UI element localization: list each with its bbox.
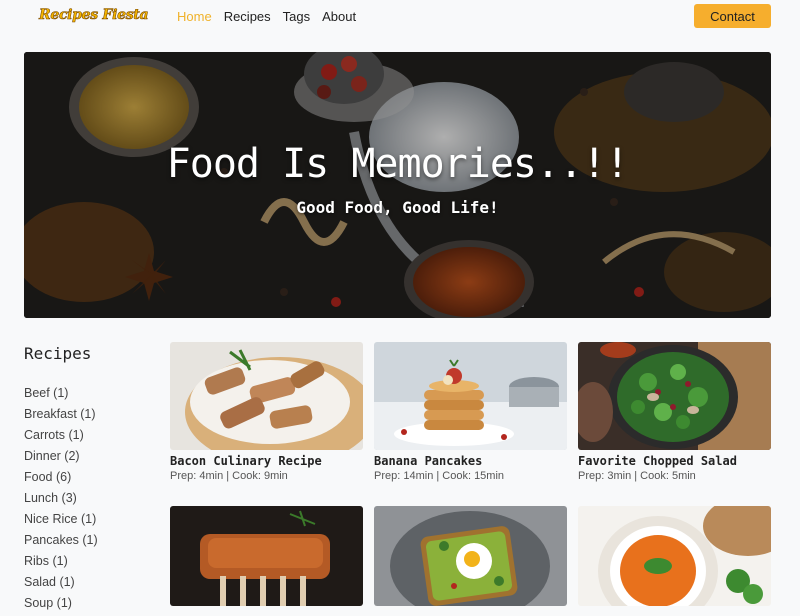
brand-logo[interactable]: Recipes Fiesta [39,7,149,24]
recipe-title[interactable]: Bacon Culinary Recipe [170,454,363,468]
tag-item-carrots[interactable]: Carrots (1) [24,427,98,448]
recipe-title[interactable]: Banana Pancakes [374,454,567,468]
tag-item-nice-rice[interactable]: Nice Rice (1) [24,511,98,532]
recipe-image-pancakes[interactable] [374,342,567,450]
nav-links: Home Recipes Tags About [177,9,356,24]
tag-item-food[interactable]: Food (6) [24,469,98,490]
recipe-image-ribs[interactable] [170,506,363,606]
hero-subtitle: Good Food, Good Life! [296,198,499,217]
recipe-card[interactable]: Bacon Culinary Recipe Prep: 4min | Cook:… [170,342,363,482]
contact-button[interactable]: Contact [694,4,771,28]
recipe-meta: Prep: 4min | Cook: 9min [170,470,288,482]
recipe-title[interactable]: Favorite Chopped Salad [578,454,771,468]
nav-link-home[interactable]: Home [177,9,212,24]
recipe-meta: Prep: 14min | Cook: 15min [374,470,505,482]
tag-item-soup[interactable]: Soup (1) [24,595,98,616]
navbar: Recipes Fiesta Home Recipes Tags About C… [0,0,800,34]
tag-item-beef[interactable]: Beef (1) [24,385,98,406]
tag-list: Beef (1) Breakfast (1) Carrots (1) Dinne… [24,385,98,616]
tag-item-breakfast[interactable]: Breakfast (1) [24,406,98,427]
recipe-meta: Prep: 3min | Cook: 5min [578,470,696,482]
recipe-card[interactable] [578,506,771,606]
recipe-image-carrot-soup[interactable] [578,506,771,606]
recipe-image-avocado-toast[interactable] [374,506,567,606]
recipe-image-salad[interactable] [578,342,771,450]
tag-item-dinner[interactable]: Dinner (2) [24,448,98,469]
tag-item-pancakes[interactable]: Pancakes (1) [24,532,98,553]
nav-link-about[interactable]: About [322,9,356,24]
nav-link-recipes[interactable]: Recipes [224,9,271,24]
hero-title: Food Is Memories..!! [166,141,630,187]
recipe-card[interactable] [170,506,363,606]
sidebar-title: Recipes [24,344,92,363]
hero-banner: Food Is Memories..!! Good Food, Good Lif… [24,52,771,318]
recipe-card[interactable]: Favorite Chopped Salad Prep: 3min | Cook… [578,342,771,482]
nav-link-tags[interactable]: Tags [283,9,310,24]
recipe-card[interactable] [374,506,567,606]
recipe-image-bacon[interactable] [170,342,363,450]
recipe-card[interactable]: Banana Pancakes Prep: 14min | Cook: 15mi… [374,342,567,482]
tag-item-lunch[interactable]: Lunch (3) [24,490,98,511]
tag-item-salad[interactable]: Salad (1) [24,574,98,595]
tag-item-ribs[interactable]: Ribs (1) [24,553,98,574]
